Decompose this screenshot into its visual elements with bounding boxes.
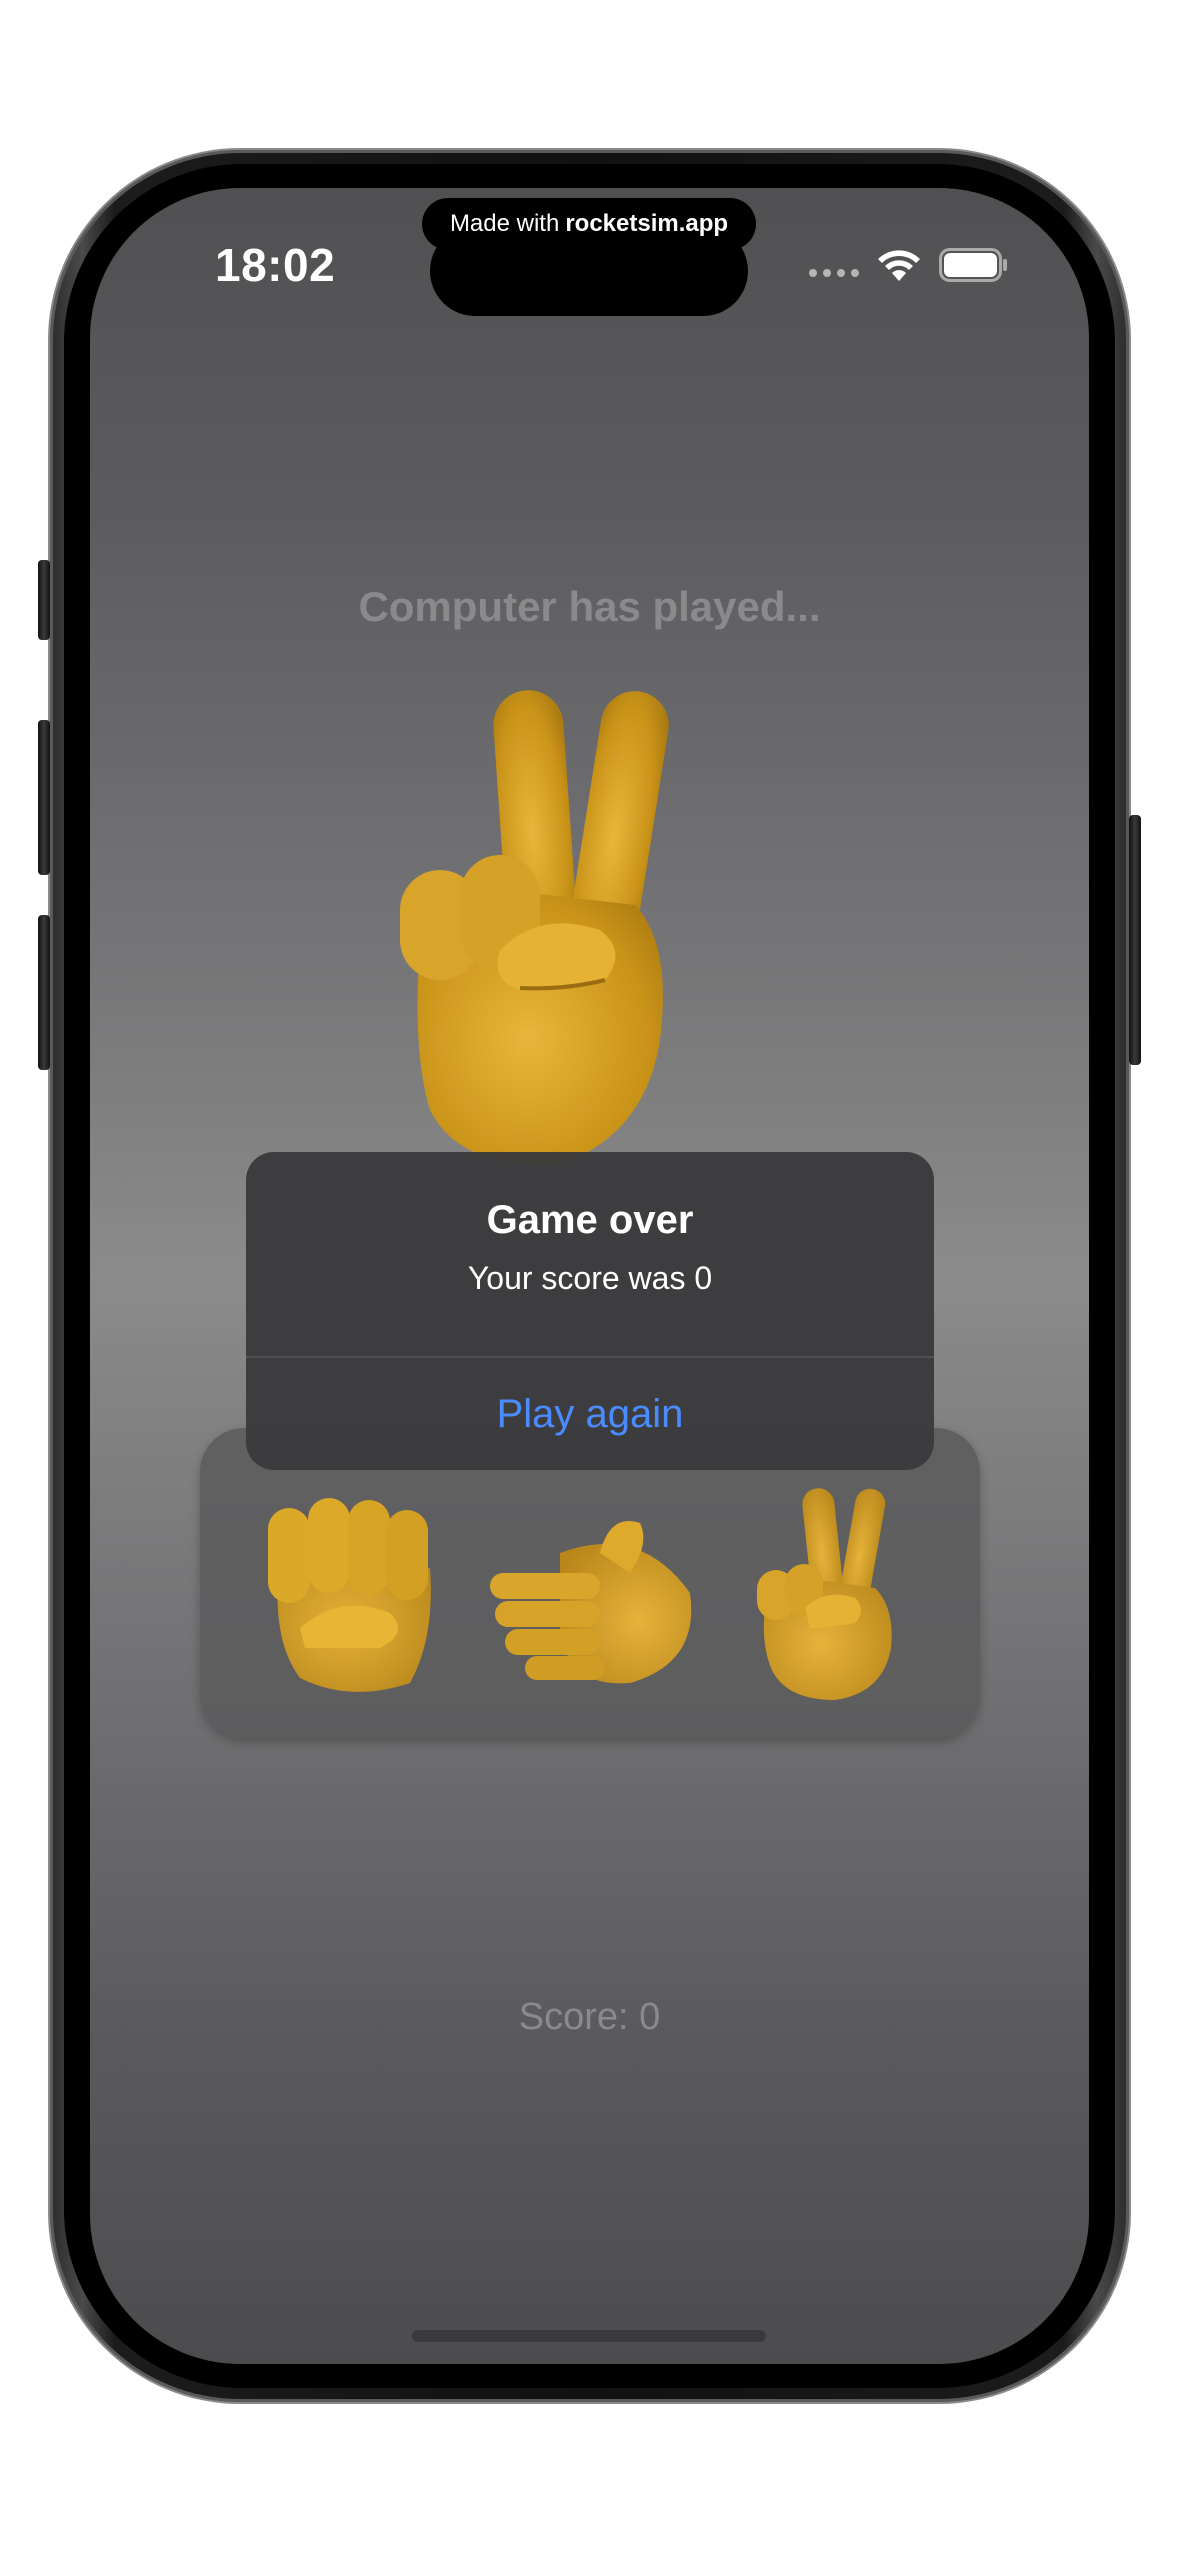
status-time: 18:02 [215, 239, 336, 291]
game-over-alert: Game over Your score was 0 Play again [246, 1152, 934, 1470]
home-indicator[interactable] [412, 2330, 766, 2342]
wifi-icon [878, 250, 920, 281]
volume-down-button [38, 915, 50, 1070]
alert-title: Game over [486, 1198, 694, 1242]
made-with-prefix: Made with [449, 210, 560, 237]
made-with-badge: Made with rocketsim.app [422, 198, 756, 250]
cellular-signal-icon [809, 269, 859, 277]
made-with-brand: rocketsim.app [565, 210, 729, 237]
scissors-hand-icon [757, 1488, 892, 1700]
volume-up-button [38, 720, 50, 875]
battery-icon [939, 248, 1007, 282]
score-label: Score: 0 [518, 1996, 661, 2038]
power-button [1129, 815, 1141, 1065]
alert-message: Your score was 0 [467, 1260, 713, 1296]
rock-fist-icon [268, 1498, 431, 1692]
rock-button[interactable] [260, 1498, 440, 1698]
paper-hand-icon [490, 1521, 692, 1684]
choices-panel [200, 1428, 980, 1738]
play-again-button[interactable]: Play again [246, 1358, 934, 1470]
paper-button[interactable] [490, 1513, 700, 1693]
computer-choice-scissors-icon [400, 690, 669, 1166]
scissors-button[interactable] [755, 1488, 905, 1703]
status-icons [809, 248, 1009, 282]
app-screen: 18:02 Made with rocketsim.app Computer h… [90, 188, 1089, 2364]
computer-played-label: Computer has played... [358, 583, 821, 630]
action-button [38, 560, 50, 640]
